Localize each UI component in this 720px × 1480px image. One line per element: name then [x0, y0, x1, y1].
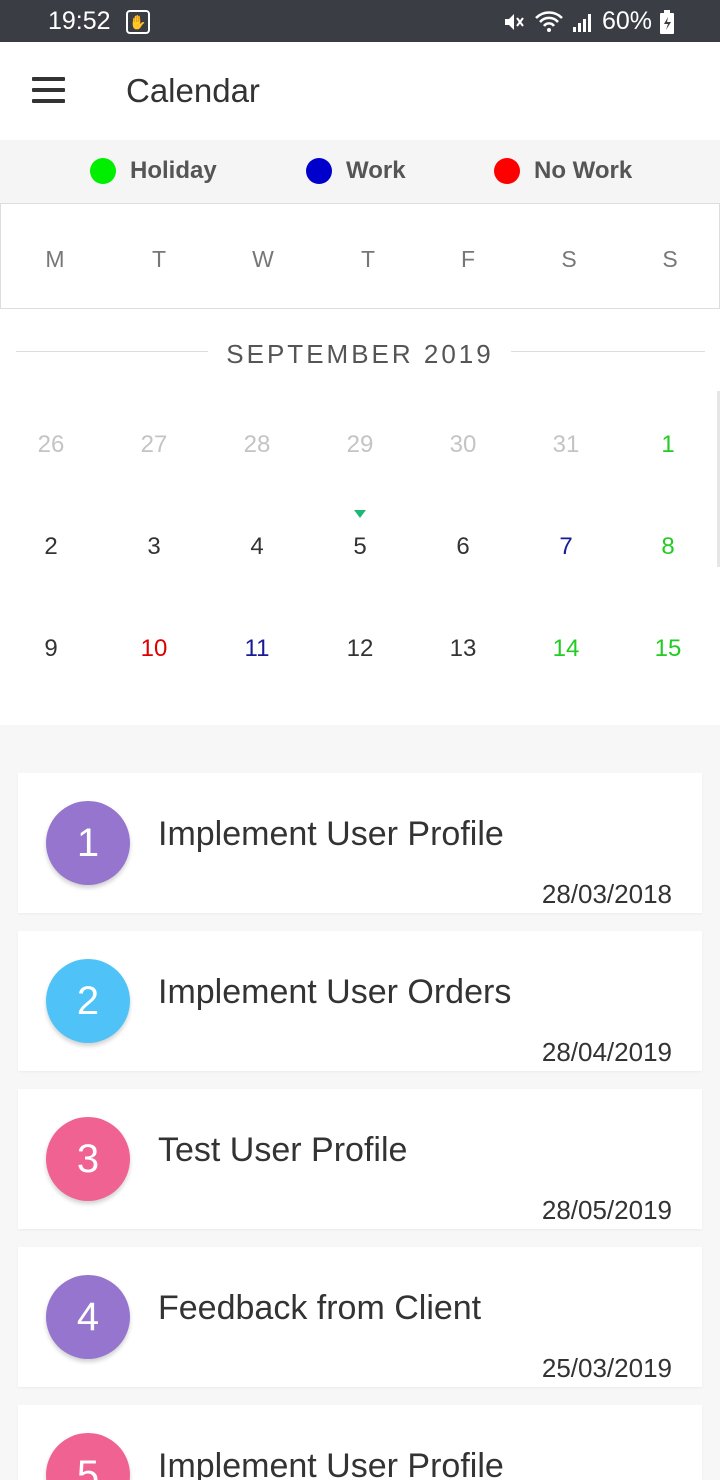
calendar-day[interactable]: 27 [124, 431, 184, 459]
page-title: Calendar [126, 72, 260, 109]
calendar-day[interactable]: 31 [536, 431, 596, 459]
calendar-day[interactable]: 15 [638, 635, 698, 663]
task-item[interactable]: 5 Implement User Profile [18, 1405, 702, 1480]
task-number-badge: 1 [46, 801, 130, 885]
calendar-day[interactable]: 4 [227, 533, 287, 561]
calendar-day[interactable]: 30 [433, 431, 493, 459]
calendar-day[interactable]: 10 [124, 635, 184, 663]
calendar-day[interactable]: 5 [330, 533, 390, 561]
weekday-header: M T W T F S S [0, 203, 720, 309]
weekday-label: W [252, 246, 274, 272]
weekday-label: T [151, 246, 167, 272]
task-date: 25/03/2019 [541, 1353, 672, 1383]
legend-label: Work [346, 157, 406, 184]
task-item[interactable]: 1 Implement User Profile 28/03/2018 [18, 773, 702, 913]
calendar-day[interactable]: 28 [227, 431, 287, 459]
battery-percent: 60% [601, 7, 652, 35]
calendar-day[interactable]: 1 [638, 431, 698, 459]
calendar-legend: Holiday Work No Work [0, 140, 720, 202]
signal-icon [572, 11, 594, 33]
today-marker-icon [354, 510, 366, 518]
calendar-day[interactable]: 2 [21, 533, 81, 561]
calendar-day[interactable]: 13 [433, 635, 493, 663]
task-title: Feedback from Client [158, 1289, 482, 1327]
task-date: 28/04/2019 [541, 1037, 672, 1067]
hamburger-menu-icon[interactable] [30, 77, 66, 105]
weekday-label: S [662, 246, 678, 272]
calendar-day[interactable]: 6 [433, 533, 493, 561]
weekday-label: F [460, 246, 476, 272]
gesture-icon: ✋ [126, 10, 150, 34]
task-number-badge: 4 [46, 1275, 130, 1359]
status-time: 19:52 [48, 7, 111, 35]
weekday-label: S [561, 246, 577, 272]
legend-no-work: No Work [494, 157, 632, 185]
calendar-day[interactable]: 9 [21, 635, 81, 663]
app-bar: Calendar [0, 42, 720, 140]
battery-icon [660, 9, 674, 34]
holiday-dot-icon [90, 158, 116, 184]
no-work-dot-icon [494, 158, 520, 184]
calendar-day[interactable]: 12 [330, 635, 390, 663]
weekday-label: T [360, 246, 376, 272]
task-title: Test User Profile [158, 1131, 408, 1169]
calendar-day[interactable]: 3 [124, 533, 184, 561]
legend-work: Work [306, 157, 406, 185]
calendar-day[interactable]: 8 [638, 533, 698, 561]
wifi-icon [534, 10, 564, 34]
calendar-day[interactable]: 7 [536, 533, 596, 561]
task-list: 1 Implement User Profile 28/03/2018 2 Im… [0, 725, 720, 1480]
calendar-day[interactable]: 26 [21, 431, 81, 459]
weekday-label: M [45, 246, 65, 272]
work-dot-icon [306, 158, 332, 184]
month-view: SEPTEMBER 2019 26 27 28 29 30 31 1 2 3 4 5 6 7 8 9 10 11… [0, 309, 720, 725]
task-number-badge: 3 [46, 1117, 130, 1201]
task-date: 28/05/2019 [541, 1195, 672, 1225]
mute-icon [502, 10, 526, 34]
month-title: SEPTEMBER 2019 [226, 339, 494, 369]
calendar-day[interactable]: 14 [536, 635, 596, 663]
task-date: 28/03/2018 [541, 879, 672, 909]
divider [511, 351, 705, 352]
task-item[interactable]: 4 Feedback from Client 25/03/2019 [18, 1247, 702, 1387]
task-title: Implement User Orders [158, 973, 512, 1011]
status-bar: 19:52 ✋ 60% [0, 0, 720, 42]
task-item[interactable]: 3 Test User Profile 28/05/2019 [18, 1089, 702, 1229]
calendar-day[interactable]: 29 [330, 431, 390, 459]
legend-label: Holiday [130, 157, 217, 184]
calendar-day[interactable]: 11 [227, 635, 287, 663]
task-item[interactable]: 2 Implement User Orders 28/04/2019 [18, 931, 702, 1071]
task-title: Implement User Profile [158, 1447, 504, 1480]
status-icons: 60% [502, 7, 674, 36]
task-title: Implement User Profile [158, 815, 504, 853]
task-number-badge: 5 [46, 1433, 130, 1480]
legend-label: No Work [534, 157, 633, 184]
legend-holiday: Holiday [90, 157, 217, 185]
task-number-badge: 2 [46, 959, 130, 1043]
